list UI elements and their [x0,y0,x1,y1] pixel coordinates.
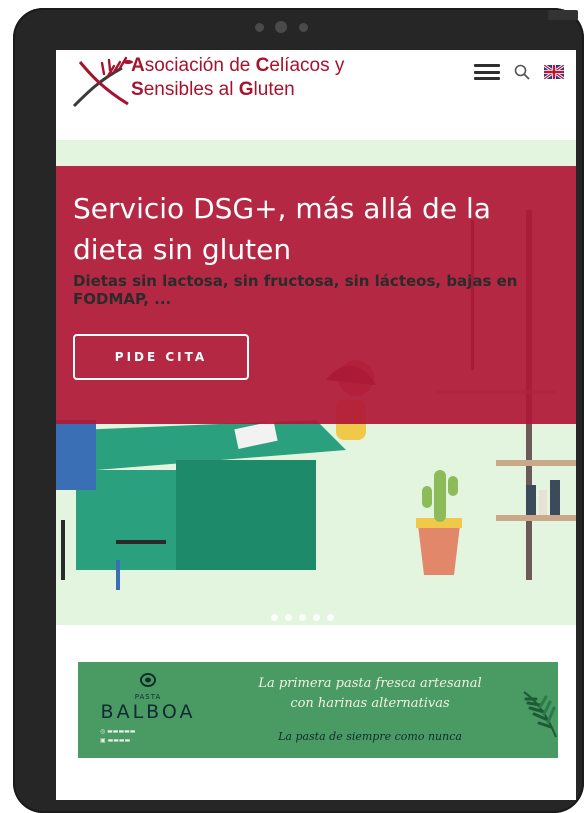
site-logo-text[interactable]: Asociación de Celíacos y Sensibles al Gl… [131,54,344,102]
tablet-frame: Asociación de Celíacos y Sensibles al Gl… [13,8,584,813]
slider-dot[interactable] [271,614,278,621]
logo-line-2: Sensibles al Gluten [131,79,295,100]
tablet-power-button [548,10,578,20]
instagram-icon: ◎ ▬▬▬▬▬ [100,728,136,735]
slider-dot[interactable] [327,614,334,621]
logo-line-1: Asociación de Celíacos y [131,55,345,76]
brand-name: BALBOA [100,701,196,723]
palm-leaf-icon [523,691,557,738]
uk-flag-icon[interactable] [544,65,564,79]
brand-small-label: PASTA [134,693,162,701]
camera-dot [255,23,264,32]
screen: Asociación de Celíacos y Sensibles al Gl… [56,50,576,800]
slider-dot[interactable] [313,614,320,621]
pide-cita-button[interactable]: PIDE CITA [73,334,249,380]
pasta-balboa-banner[interactable]: PASTA BALBOA ◎ ▬▬▬▬▬ ▣ ▬▬▬▬ La primera p… [78,662,558,758]
balboa-emblem-icon [140,673,156,687]
banner-line-2: con harinas alternativas [290,696,450,711]
youtube-icon: ▣ ▬▬▬▬ [100,737,131,744]
banner-headline: La primera pasta fresca artesanal con ha… [215,674,525,714]
camera-lens [275,21,287,33]
wheat-logo-icon[interactable] [70,54,134,108]
balboa-logo: PASTA BALBOA ◎ ▬▬▬▬▬ ▣ ▬▬▬▬ [92,672,204,745]
camera-dot [299,23,308,32]
slider-dots [271,614,334,621]
banner-tagline: La pasta de siempre como nunca [278,730,462,743]
slider-dot[interactable] [299,614,306,621]
search-icon[interactable] [514,64,530,80]
slider-dot[interactable] [285,614,292,621]
social-links: ◎ ▬▬▬▬▬ ▣ ▬▬▬▬ [100,727,204,745]
header-icons [474,64,564,80]
banner-line-1: La primera pasta fresca artesanal [258,676,482,691]
hero-subtitle: Dietas sin lactosa, sin fructosa, sin lá… [73,272,518,308]
hero-slider: Servicio DSG+, más allá de la dieta sin … [56,140,576,625]
hero-title: Servicio DSG+, más allá de la dieta sin … [73,192,491,266]
hamburger-menu-icon[interactable] [474,64,500,80]
